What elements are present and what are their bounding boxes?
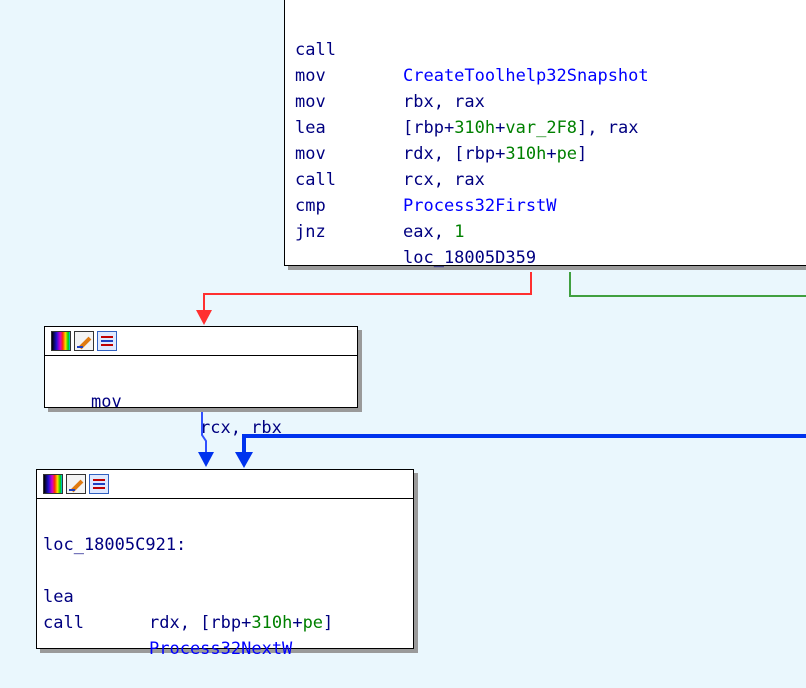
- color-palette-icon[interactable]: [43, 474, 63, 494]
- operand: ]: [323, 613, 334, 633]
- disassembly-graph-view[interactable]: call CreateToolhelp32Snapshot mov rbx, r…: [0, 0, 806, 659]
- basic-block-loc-18005C921[interactable]: loc_18005C921: lea rdx, [rbp+310h+pe] ca…: [33, 469, 414, 659]
- instruction-line[interactable]: lea rdx, [rbp+310h+pe]: [33, 558, 409, 633]
- mnemonic: call: [43, 613, 84, 633]
- edge-false-arrowhead: [196, 310, 212, 325]
- mnemonic: jnz: [295, 222, 326, 242]
- graph-overview-icon[interactable]: [89, 474, 109, 494]
- instruction-line[interactable]: cmp eax, 1: [285, 167, 806, 242]
- edge-fallthrough-arrowhead: [198, 452, 214, 467]
- mnemonic: mov: [91, 392, 122, 412]
- instruction-line[interactable]: mov rcx, rbx: [81, 363, 351, 438]
- jump-target-label[interactable]: loc_18005D359: [403, 245, 536, 271]
- operand-function[interactable]: Process32NextW: [149, 636, 292, 662]
- graph-overview-icon[interactable]: [97, 331, 117, 351]
- operand: +: [292, 613, 303, 633]
- instruction-line[interactable]: jnz loc_18005D359: [285, 193, 806, 268]
- edge-true-branch[interactable]: [569, 272, 806, 297]
- clipped-previous-line: [285, 0, 806, 11]
- operand-variable[interactable]: pe: [303, 613, 323, 633]
- instruction-line[interactable]: mov rbx, rax: [285, 37, 806, 112]
- operand: eax,: [403, 222, 455, 242]
- operand-offset: 310h: [251, 613, 293, 633]
- block-header: [45, 327, 357, 356]
- code-label[interactable]: loc_18005C921:: [37, 532, 413, 558]
- instruction-line[interactable]: mov rcx, rax: [285, 115, 806, 190]
- basic-block-mov-rcx[interactable]: mov rcx, rbx: [44, 326, 358, 438]
- instruction-line[interactable]: call CreateToolhelp32Snapshot: [285, 11, 806, 86]
- block-header: [37, 470, 413, 499]
- operand: rcx, rbx: [200, 418, 282, 438]
- instruction-line[interactable]: call Process32NextW: [33, 584, 409, 659]
- edge-loop-back[interactable]: [242, 434, 806, 455]
- instruction-line[interactable]: mov [rbp+310h+var_2F8], rax: [285, 63, 806, 138]
- edge-loop-back-arrowhead: [235, 452, 253, 468]
- color-palette-icon[interactable]: [51, 331, 71, 351]
- edit-pencil-icon[interactable]: [66, 474, 86, 494]
- operand-immediate: 1: [454, 222, 465, 242]
- instruction-line[interactable]: call Process32FirstW: [285, 141, 806, 216]
- instruction-line[interactable]: lea rdx, [rbp+310h+pe]: [285, 89, 806, 164]
- operand: rdx, [rbp+: [149, 613, 252, 633]
- basic-block-snapshot[interactable]: call CreateToolhelp32Snapshot mov rbx, r…: [284, 0, 806, 268]
- edge-false-branch[interactable]: [203, 272, 532, 312]
- edit-pencil-icon[interactable]: [74, 331, 94, 351]
